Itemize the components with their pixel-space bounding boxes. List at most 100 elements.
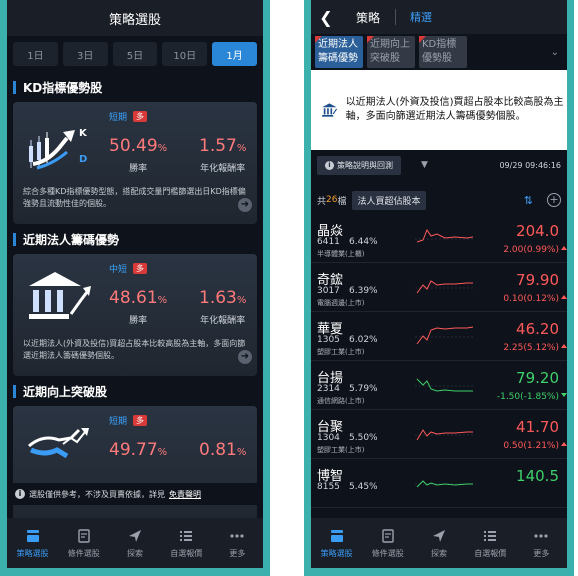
- stock-row[interactable]: 華夏 1305 6.02% 塑膠工業(上市) 46.20 2.25(5.12%): [311, 312, 567, 361]
- disclaimer-link[interactable]: 免責聲明: [169, 489, 201, 500]
- stock-change: 0.50(1.21%): [503, 441, 559, 451]
- strategy-card-breakout[interactable]: 短期 多 49.77% 0.81%: [13, 406, 257, 528]
- intraday-sparkline: [415, 429, 475, 441]
- win-rate-stat: 48.61% 勝率: [109, 288, 167, 326]
- strategy-chip-breakout[interactable]: 近期向上突破股: [367, 36, 415, 68]
- explore-icon: [433, 529, 445, 542]
- nav-item-more[interactable]: 更多: [212, 518, 263, 568]
- chip-label: 近期向上突破股: [370, 39, 410, 64]
- intraday-sparkline: [415, 280, 475, 294]
- strategy-description: 以近期法人(外資及投信)買超占股本比較高股為主軸，多面向篩選近期法人籌碼優勢個股…: [23, 339, 246, 360]
- annual-return-value: 0.81: [199, 440, 237, 460]
- pct-sign: %: [236, 447, 247, 458]
- nav-label: 條件選股: [371, 548, 404, 558]
- nav-item-strategy[interactable]: 策略選股: [7, 518, 58, 568]
- svg-text:D: D: [79, 154, 87, 165]
- pct-sign: %: [157, 447, 168, 458]
- more-icon: [534, 533, 549, 538]
- section-title-text: KD指標優勢股: [23, 80, 103, 95]
- nav-label: 策略選股: [320, 548, 353, 558]
- count-suffix: 檔: [337, 196, 347, 207]
- sort-field-chip[interactable]: 法人買超佔股本: [352, 190, 426, 210]
- strategy-icon: [330, 529, 343, 542]
- section-title-breakout: 近期向上突破股: [7, 376, 263, 406]
- stock-industry: 電腦週邊(上市): [317, 299, 365, 307]
- strategy-summary: 以近期法人(外資及投信)買超占股本比較高股為主軸，多面向篩選近期法人籌碼優勢個股…: [311, 70, 567, 150]
- new-corner-mark: [419, 36, 426, 43]
- add-watchlist-icon[interactable]: +: [547, 193, 561, 207]
- chevron-right-icon[interactable]: ➜: [238, 198, 252, 212]
- stock-code: 6411: [317, 237, 340, 247]
- nav-item-explore[interactable]: 探索: [413, 518, 464, 568]
- watchlist-icon: [484, 530, 497, 541]
- change-direction-icon: [561, 246, 567, 250]
- period-tab-5d[interactable]: 5日: [112, 42, 158, 66]
- stock-price: 79.20: [516, 369, 559, 387]
- sort-order-icon[interactable]: ⇅: [524, 194, 533, 207]
- period-tab-1m[interactable]: 1月: [212, 42, 257, 66]
- period-tab-10d[interactable]: 10日: [162, 42, 208, 66]
- annual-return-stat: 0.81%: [199, 440, 246, 460]
- bottom-nav: 策略選股 條件選股 探索 自選報價 更多: [7, 518, 263, 568]
- nav-item-more[interactable]: 更多: [516, 518, 567, 568]
- strategy-tags: 短期 多: [109, 110, 148, 123]
- watchlist-icon: [180, 530, 193, 541]
- new-corner-mark: [367, 36, 374, 43]
- back-arrow-icon[interactable]: ❮: [311, 8, 341, 27]
- stock-industry: 塑膠工業(上市): [317, 348, 365, 356]
- stock-price: 46.20: [516, 320, 559, 338]
- disclaimer-text: 選股僅供參考，不涉及買賣依據，詳見: [29, 489, 165, 499]
- nav-label: 探索: [127, 548, 143, 558]
- nav-item-watchlist[interactable]: 自選報價: [465, 518, 516, 568]
- section-accent-bar: [13, 232, 16, 246]
- pct-sign: %: [157, 143, 168, 154]
- institution-rate: 5.45%: [349, 482, 378, 492]
- nav-item-watchlist[interactable]: 自選報價: [161, 518, 212, 568]
- stock-code: 8155: [317, 482, 340, 492]
- period-tab-1d[interactable]: 1日: [13, 42, 58, 66]
- intraday-sparkline: [415, 228, 475, 243]
- bull-breakout-icon: [28, 428, 89, 459]
- institution-icon: [29, 272, 91, 319]
- nav-item-strategy[interactable]: 策略選股: [311, 518, 362, 568]
- nav-item-condition[interactable]: 條件選股: [58, 518, 109, 568]
- win-rate-label: 勝率: [129, 316, 148, 326]
- condition-icon: [78, 528, 90, 543]
- stock-price: 41.70: [516, 418, 559, 436]
- chevron-right-icon[interactable]: ➜: [238, 350, 252, 364]
- intraday-sparkline: [415, 326, 475, 345]
- nav-item-condition[interactable]: 條件選股: [362, 518, 413, 568]
- strategy-chip-kd[interactable]: KD指標優勢股: [419, 36, 467, 68]
- explanation-label: 策略說明與回測: [337, 160, 393, 170]
- change-direction-icon: [561, 295, 567, 299]
- stock-code: 1304: [317, 433, 340, 443]
- condition-icon: [382, 528, 394, 543]
- annual-return-label: 年化報酬率: [200, 316, 246, 326]
- win-rate-value: 49.77: [109, 440, 158, 460]
- strategy-explanation-button[interactable]: i 策略說明與回測: [317, 155, 401, 175]
- result-count: 26: [326, 195, 338, 205]
- info-icon: i: [325, 160, 334, 170]
- stock-row[interactable]: 博智 8155 5.45% 140.5: [311, 459, 567, 508]
- stock-code: 1305: [317, 335, 340, 345]
- strategy-card-kd[interactable]: K D 短期 多 50.49% 勝率 1.57% 年化報酬率 綜合多種KD指標優…: [13, 102, 257, 224]
- strategy-detail-screen: ❮ 策略 精選 近期法人籌碼優勢 近期向上突破股 KD指標優勢股 ⌄ 以近期法人…: [311, 0, 567, 568]
- strategy-tags: 短期 多: [109, 414, 148, 427]
- annual-return-label: 年化報酬率: [200, 164, 246, 174]
- update-timestamp: 09/29 09:46:16: [499, 160, 561, 170]
- chevron-down-icon[interactable]: ⌄: [551, 47, 559, 58]
- strategy-chip-institution[interactable]: 近期法人籌碼優勢: [315, 36, 363, 68]
- stock-row[interactable]: 台揚 2314 5.79% 通信網路(上市) 79.20 -1.50(-1.85%): [311, 361, 567, 410]
- intraday-sparkline: [415, 480, 475, 488]
- win-rate-label: 勝率: [129, 164, 148, 174]
- strategy-card-institution[interactable]: 中短 多 48.61% 勝率 1.63% 年化報酬率 以近期法人(外資及投信)買…: [13, 254, 257, 376]
- caret-down-icon[interactable]: ▼: [421, 160, 428, 170]
- stock-row[interactable]: 晶焱 6411 6.44% 半導體業(上櫃) 204.0 2.00(0.99%): [311, 214, 567, 263]
- stock-row[interactable]: 奇鋐 3017 6.39% 電腦週邊(上市) 79.90 0.10(0.12%): [311, 263, 567, 312]
- stock-row[interactable]: 台聚 1304 5.50% 塑膠工業(上市) 41.70 0.50(1.21%): [311, 410, 567, 459]
- period-tab-3d[interactable]: 3日: [62, 42, 108, 66]
- nav-item-explore[interactable]: 探索: [109, 518, 160, 568]
- featured-tab[interactable]: 精選: [410, 9, 432, 25]
- explanation-row: i 策略說明與回測 ▼ 09/29 09:46:16: [311, 150, 567, 180]
- institution-rate: 6.39%: [349, 286, 378, 296]
